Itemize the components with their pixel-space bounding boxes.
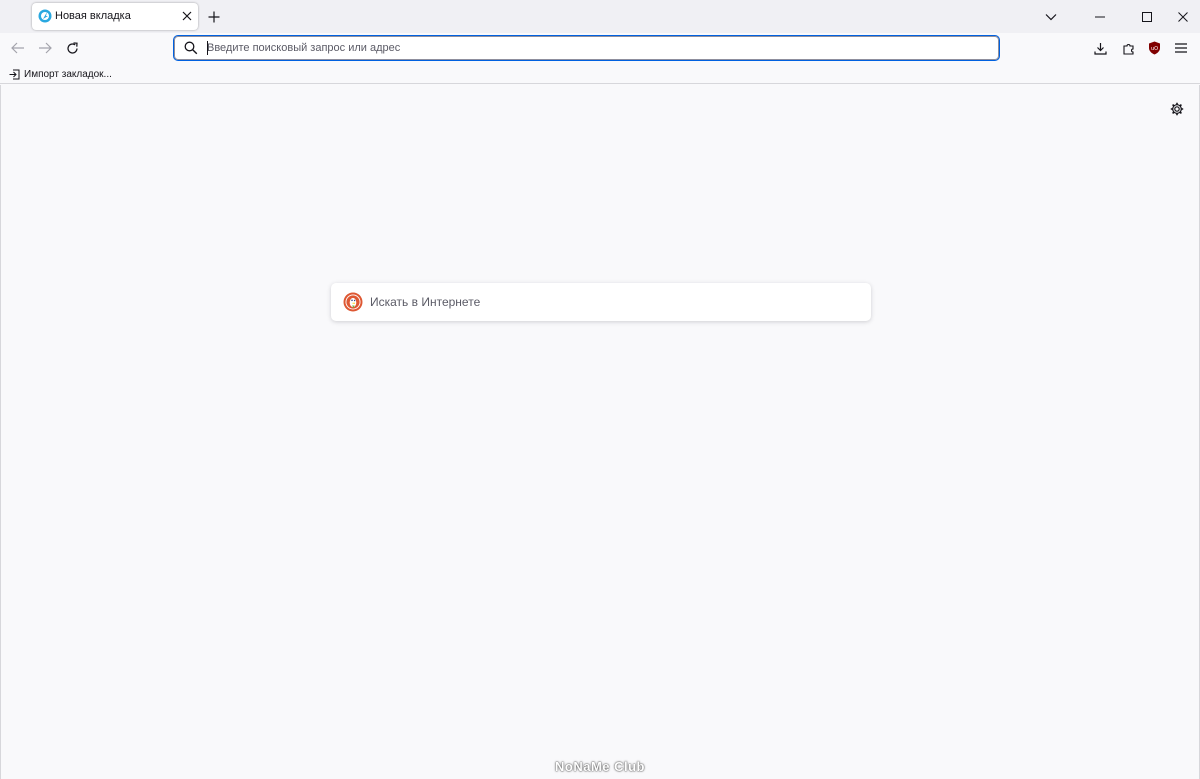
tab-strip: Новая вкладка xyxy=(0,0,1200,33)
duckduckgo-icon xyxy=(343,292,363,312)
watermark: NoNaMe Club xyxy=(555,759,645,774)
text-caret xyxy=(207,41,208,55)
import-arrow-icon xyxy=(9,69,20,80)
web-search-input[interactable] xyxy=(370,292,850,312)
gear-icon[interactable] xyxy=(1167,99,1187,119)
bookmark-import-label: Импорт закладок... xyxy=(24,68,112,80)
bookmark-import[interactable]: Импорт закладок... xyxy=(9,66,112,82)
new-tab-page xyxy=(0,85,1200,779)
web-search-box[interactable] xyxy=(331,283,871,321)
extensions-puzzle-icon[interactable] xyxy=(1117,37,1139,59)
hamburger-menu-icon[interactable] xyxy=(1170,37,1192,59)
svg-text:uO: uO xyxy=(1150,46,1157,52)
new-tab-plus-icon[interactable] xyxy=(204,7,224,27)
back-arrow-icon[interactable] xyxy=(7,37,29,59)
close-window-icon[interactable] xyxy=(1172,6,1194,28)
bookmarks-toolbar: Импорт закладок... xyxy=(0,63,1200,84)
list-all-tabs-chevron-icon[interactable] xyxy=(1040,6,1062,28)
maximize-window-icon[interactable] xyxy=(1136,6,1158,28)
downloads-icon[interactable] xyxy=(1089,37,1111,59)
tab-title: Новая вкладка xyxy=(55,10,131,22)
url-input[interactable] xyxy=(207,39,987,57)
minimize-window-icon[interactable] xyxy=(1089,6,1111,28)
ublock-origin-shield-icon[interactable]: uO xyxy=(1143,37,1165,59)
address-bar[interactable] xyxy=(173,35,1000,61)
browser-logo-icon xyxy=(38,9,52,23)
navigation-toolbar: uO xyxy=(0,33,1200,63)
close-tab-icon[interactable] xyxy=(179,8,195,24)
search-icon xyxy=(184,41,198,55)
forward-arrow-icon[interactable] xyxy=(34,37,56,59)
reload-icon[interactable] xyxy=(61,37,83,59)
tab-new-tab[interactable]: Новая вкладка xyxy=(32,3,198,30)
